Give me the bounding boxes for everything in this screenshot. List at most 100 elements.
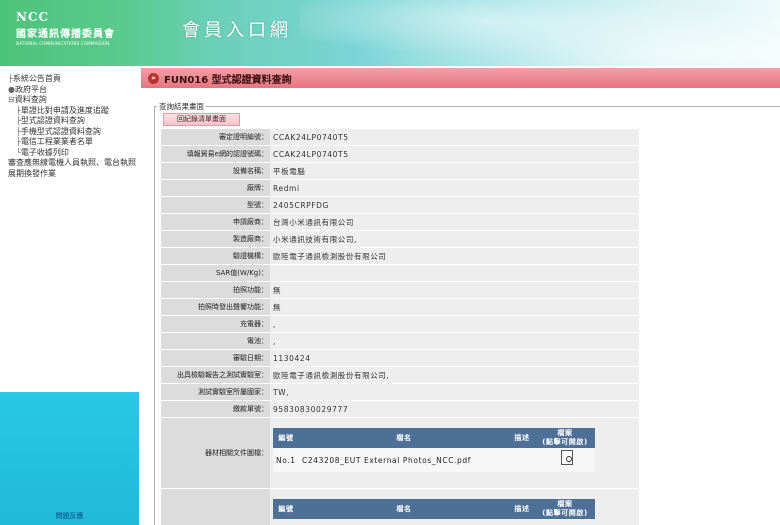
table-row: 申請廠商： 台灣小米通訊有限公司: [161, 214, 639, 231]
table-row: 出具檢驗報告之測試實驗室： 歐陸電子通訊檢測股份有限公司,: [161, 367, 639, 384]
file-row: No.1 C243208_EUT External Photos_NCC.pdf: [273, 448, 595, 472]
field-value: 無: [270, 299, 639, 316]
table-row-files: 器材相關文件圖檔： 編號 檔名 描述 檔案 (點擊可開啟) No.1 C2432…: [161, 418, 639, 489]
sidebar-item-document-comparison[interactable]: ├單證比對申請及進度追蹤: [8, 106, 138, 117]
field-value: 歐陸電子通訊檢測股份有限公司,: [270, 367, 639, 384]
field-label: 審驗日期：: [161, 350, 270, 367]
logo-abbr: NCC: [16, 10, 50, 24]
field-value: 1130424: [270, 350, 639, 367]
sidebar: ├系統公告首頁 ●政府平台 ⊟資料查詢 ├單證比對申請及進度追蹤 ├型式認證資料…: [0, 66, 139, 525]
field-value: CCAK24LP0740T5: [270, 146, 639, 163]
field-value: 歐陸電子通訊檢測股份有限公司: [270, 248, 639, 265]
field-value: CCAK24LP0740T5: [270, 129, 639, 146]
back-to-list-button[interactable]: 回紀錄清單畫面: [163, 113, 240, 126]
page-title-bar: » FUN016 型式認證資料查詢: [141, 68, 780, 88]
field-value: [270, 265, 639, 282]
field-value: ,: [270, 316, 639, 333]
ncc-logo[interactable]: NCC 國家通訊傳播委員會 NATIONAL COMMUNICATIONS CO…: [16, 10, 115, 46]
sidebar-footer: 問題反應: [0, 392, 139, 525]
field-label: 繳款單號：: [161, 401, 270, 418]
main-content: » FUN016 型式認證資料查詢 查詢結果畫面 回紀錄清單畫面 審定證明編號：…: [141, 66, 780, 525]
sidebar-item-telecom-contractors[interactable]: ├電信工程業業者名單: [8, 137, 138, 148]
field-label: 拍照時發出聲響功能：: [161, 299, 270, 316]
field-value: TW,: [270, 384, 639, 401]
field-value: ,: [270, 333, 639, 350]
table-row: 型號： 2405CRPFDG: [161, 197, 639, 214]
field-label: 電池：: [161, 333, 270, 350]
sidebar-item-gov-platform[interactable]: ●政府平台: [8, 85, 138, 96]
field-label: 廠牌：: [161, 180, 270, 197]
result-legend: 查詢結果畫面: [159, 102, 204, 111]
column-header: 檔名: [299, 428, 509, 448]
file-table-2: 編號 檔名 描述 檔案 (點擊可開啟): [273, 499, 595, 519]
site-title: 會員入口網: [182, 20, 292, 41]
sidebar-item-type-approval-query[interactable]: ├型式認證資料查詢: [8, 116, 138, 127]
header-decoration: [300, 0, 780, 66]
field-label: 審定證明編號：: [161, 129, 270, 146]
field-label: 設備名稱：: [161, 163, 270, 180]
files-cell: 編號 檔名 描述 檔案 (點擊可開啟) No.1 C243208_EUT Ext…: [270, 418, 639, 489]
sidebar-item-announcements[interactable]: ├系統公告首頁: [8, 74, 138, 85]
document-search-icon[interactable]: [560, 449, 573, 465]
field-label: SAR值(W/Kg)：: [161, 265, 270, 282]
field-label: 測試實驗室所屬國家：: [161, 384, 270, 401]
table-row: 拍照功能：無: [161, 282, 639, 299]
field-label: 拍照功能：: [161, 282, 270, 299]
file-open-cell: [535, 448, 595, 472]
field-value: 95830830029777: [270, 401, 639, 418]
field-label: 申請廠商：: [161, 214, 270, 231]
field-value: 台灣小米通訊有限公司: [270, 214, 639, 231]
table-row: 製造廠商： 小米通訊技術有限公司,: [161, 231, 639, 248]
field-value: 2405CRPFDG: [270, 197, 639, 214]
logo-name-zh: 國家通訊傳播委員會: [16, 29, 115, 40]
field-label: 驗證機構：: [161, 248, 270, 265]
table-row: 審驗日期： 1130424: [161, 350, 639, 367]
sidebar-item-e-receipt[interactable]: └電子收據列印: [8, 148, 138, 159]
table-row-files-2: 編號 檔名 描述 檔案 (點擊可開啟): [161, 489, 639, 525]
table-row: 測試實驗室所屬國家： TW,: [161, 384, 639, 401]
field-value: 小米通訊技術有限公司,: [270, 231, 639, 248]
table-row: 充電器：,: [161, 316, 639, 333]
field-value: Redmi: [270, 180, 639, 197]
table-row: 審定證明編號： CCAK24LP0740T5: [161, 129, 639, 146]
sidebar-item-license-renewal[interactable]: 審查應無線電機人員執照、電台執照展期換發作業: [8, 158, 136, 179]
sidebar-nav: ├系統公告首頁 ●政府平台 ⊟資料查詢 ├單證比對申請及進度追蹤 ├型式認證資料…: [8, 74, 138, 179]
field-label: 型號：: [161, 197, 270, 214]
logo-name-en: NATIONAL COMMUNICATIONS COMMISSION: [16, 41, 110, 46]
table-row: 設備名稱： 平板電腦: [161, 163, 639, 180]
table-row: 驗證機構： 歐陸電子通訊檢測股份有限公司: [161, 248, 639, 265]
column-header: 檔案 (點擊可開啟): [535, 428, 595, 448]
column-header: 描述: [509, 499, 535, 519]
sidebar-item-data-query[interactable]: ⊟資料查詢: [8, 95, 138, 106]
table-row: 拍照時發出聲響功能：無: [161, 299, 639, 316]
detail-table: 審定證明編號： CCAK24LP0740T5 填報貿易e網的認證號碼： CCAK24…: [161, 129, 639, 525]
file-table: 編號 檔名 描述 檔案 (點擊可開啟) No.1 C243208_EUT Ext…: [273, 428, 595, 472]
field-label: 填報貿易e網的認證號碼：: [161, 146, 270, 163]
field-value: 平板電腦: [270, 163, 639, 180]
field-label: 製造廠商：: [161, 231, 270, 248]
file-number: No.1: [273, 448, 299, 472]
feedback-link[interactable]: 問題反應: [0, 511, 139, 521]
field-label: 充電器：: [161, 316, 270, 333]
column-header: 編號: [273, 499, 299, 519]
column-header: 描述: [509, 428, 535, 448]
table-row: 填報貿易e網的認證號碼： CCAK24LP0740T5: [161, 146, 639, 163]
site-header: NCC 國家通訊傳播委員會 NATIONAL COMMUNICATIONS CO…: [0, 0, 780, 66]
field-label: [161, 489, 270, 525]
sidebar-item-mobile-approval-query[interactable]: ├手機型式認證資料查詢: [8, 127, 138, 138]
field-label: 出具檢驗報告之測試實驗室：: [161, 367, 270, 384]
column-header: 編號: [273, 428, 299, 448]
table-row: 廠牌： Redmi: [161, 180, 639, 197]
table-row: 電池：,: [161, 333, 639, 350]
field-label: 器材相關文件圖檔：: [161, 418, 270, 489]
files-cell: 編號 檔名 描述 檔案 (點擊可開啟): [270, 489, 639, 525]
file-description: [509, 448, 535, 472]
column-header: 檔案 (點擊可開啟): [535, 499, 595, 519]
table-row: 繳款單號： 95830830029777: [161, 401, 639, 418]
table-row: SAR值(W/Kg)：: [161, 265, 639, 282]
fast-forward-icon: »: [148, 72, 159, 84]
file-name: C243208_EUT External Photos_NCC.pdf: [299, 448, 509, 472]
field-value: 無: [270, 282, 639, 299]
page-title: FUN016 型式認證資料查詢: [164, 74, 292, 86]
column-header: 檔名: [299, 499, 509, 519]
